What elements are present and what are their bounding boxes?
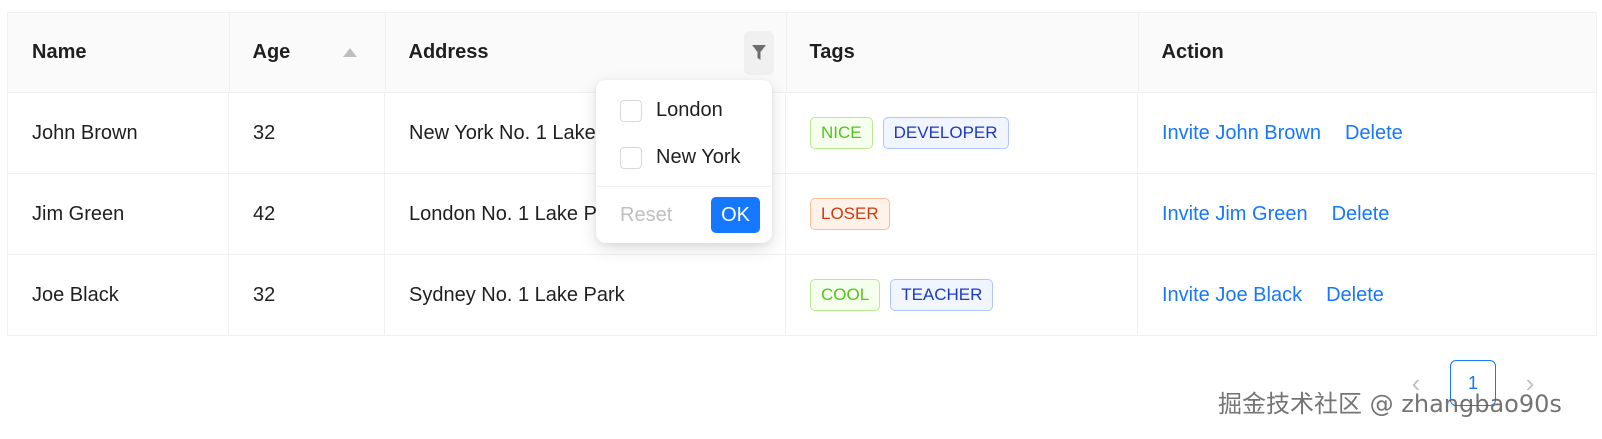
invite-link[interactable]: Invite Joe Black — [1162, 284, 1302, 306]
cell-tags: LOSER — [785, 173, 1138, 255]
invite-link[interactable]: Invite John Brown — [1162, 122, 1321, 144]
filter-icon — [751, 44, 766, 60]
filter-option-london[interactable]: London — [596, 87, 772, 134]
data-table: Name Age Address Tags Action John Brown … — [7, 12, 1597, 336]
filter-option-label: New York — [656, 146, 741, 168]
tag: NICE — [810, 117, 873, 149]
cell-age: 32 — [228, 92, 385, 174]
checkbox[interactable] — [620, 146, 642, 169]
column-header-tags: Tags — [785, 12, 1138, 93]
cell-address: Sydney No. 1 Lake Park — [384, 254, 786, 336]
filter-dropdown-footer: Reset OK — [596, 186, 772, 243]
cell-action: Invite Jim Green Delete — [1137, 173, 1597, 255]
delete-link[interactable]: Delete — [1326, 284, 1384, 306]
column-header-age[interactable]: Age — [228, 12, 385, 93]
delete-link[interactable]: Delete — [1345, 122, 1403, 144]
filter-option-new-york[interactable]: New York — [596, 134, 772, 181]
table-row: Jim Green 42 London No. 1 Lake Park LOSE… — [7, 173, 1597, 255]
filter-option-label: London — [656, 99, 723, 121]
cell-age: 32 — [228, 254, 385, 336]
column-header-action: Action — [1137, 12, 1597, 93]
ok-button[interactable]: OK — [711, 197, 760, 233]
invite-link[interactable]: Invite Jim Green — [1162, 203, 1308, 225]
table-header-row: Name Age Address Tags Action — [7, 12, 1597, 93]
delete-link[interactable]: Delete — [1332, 203, 1390, 225]
column-header-name: Name — [7, 12, 229, 93]
cell-tags: COOL TEACHER — [785, 254, 1138, 336]
table-row: Joe Black 32 Sydney No. 1 Lake Park COOL… — [7, 254, 1597, 336]
tag: DEVELOPER — [882, 117, 1009, 149]
cell-name: John Brown — [7, 92, 229, 174]
reset-button[interactable]: Reset — [620, 204, 672, 227]
table-row: John Brown 32 New York No. 1 Lake Park N… — [7, 92, 1597, 174]
tag: TEACHER — [890, 279, 994, 311]
cell-tags: NICE DEVELOPER — [785, 92, 1138, 174]
cell-age: 42 — [228, 173, 385, 255]
sort-ascending-icon[interactable] — [342, 48, 357, 57]
watermark: 掘金技术社区 @ zhangbao90s — [1218, 390, 1562, 418]
filter-trigger-button[interactable] — [743, 30, 774, 75]
tag: LOSER — [810, 198, 890, 230]
address-filter-dropdown: London New York Reset OK — [596, 80, 772, 243]
checkbox[interactable] — [620, 99, 642, 122]
cell-action: Invite John Brown Delete — [1137, 92, 1597, 174]
tag: COOL — [810, 279, 881, 311]
cell-action: Invite Joe Black Delete — [1137, 254, 1597, 336]
cell-name: Jim Green — [7, 173, 229, 255]
cell-name: Joe Black — [7, 254, 229, 336]
